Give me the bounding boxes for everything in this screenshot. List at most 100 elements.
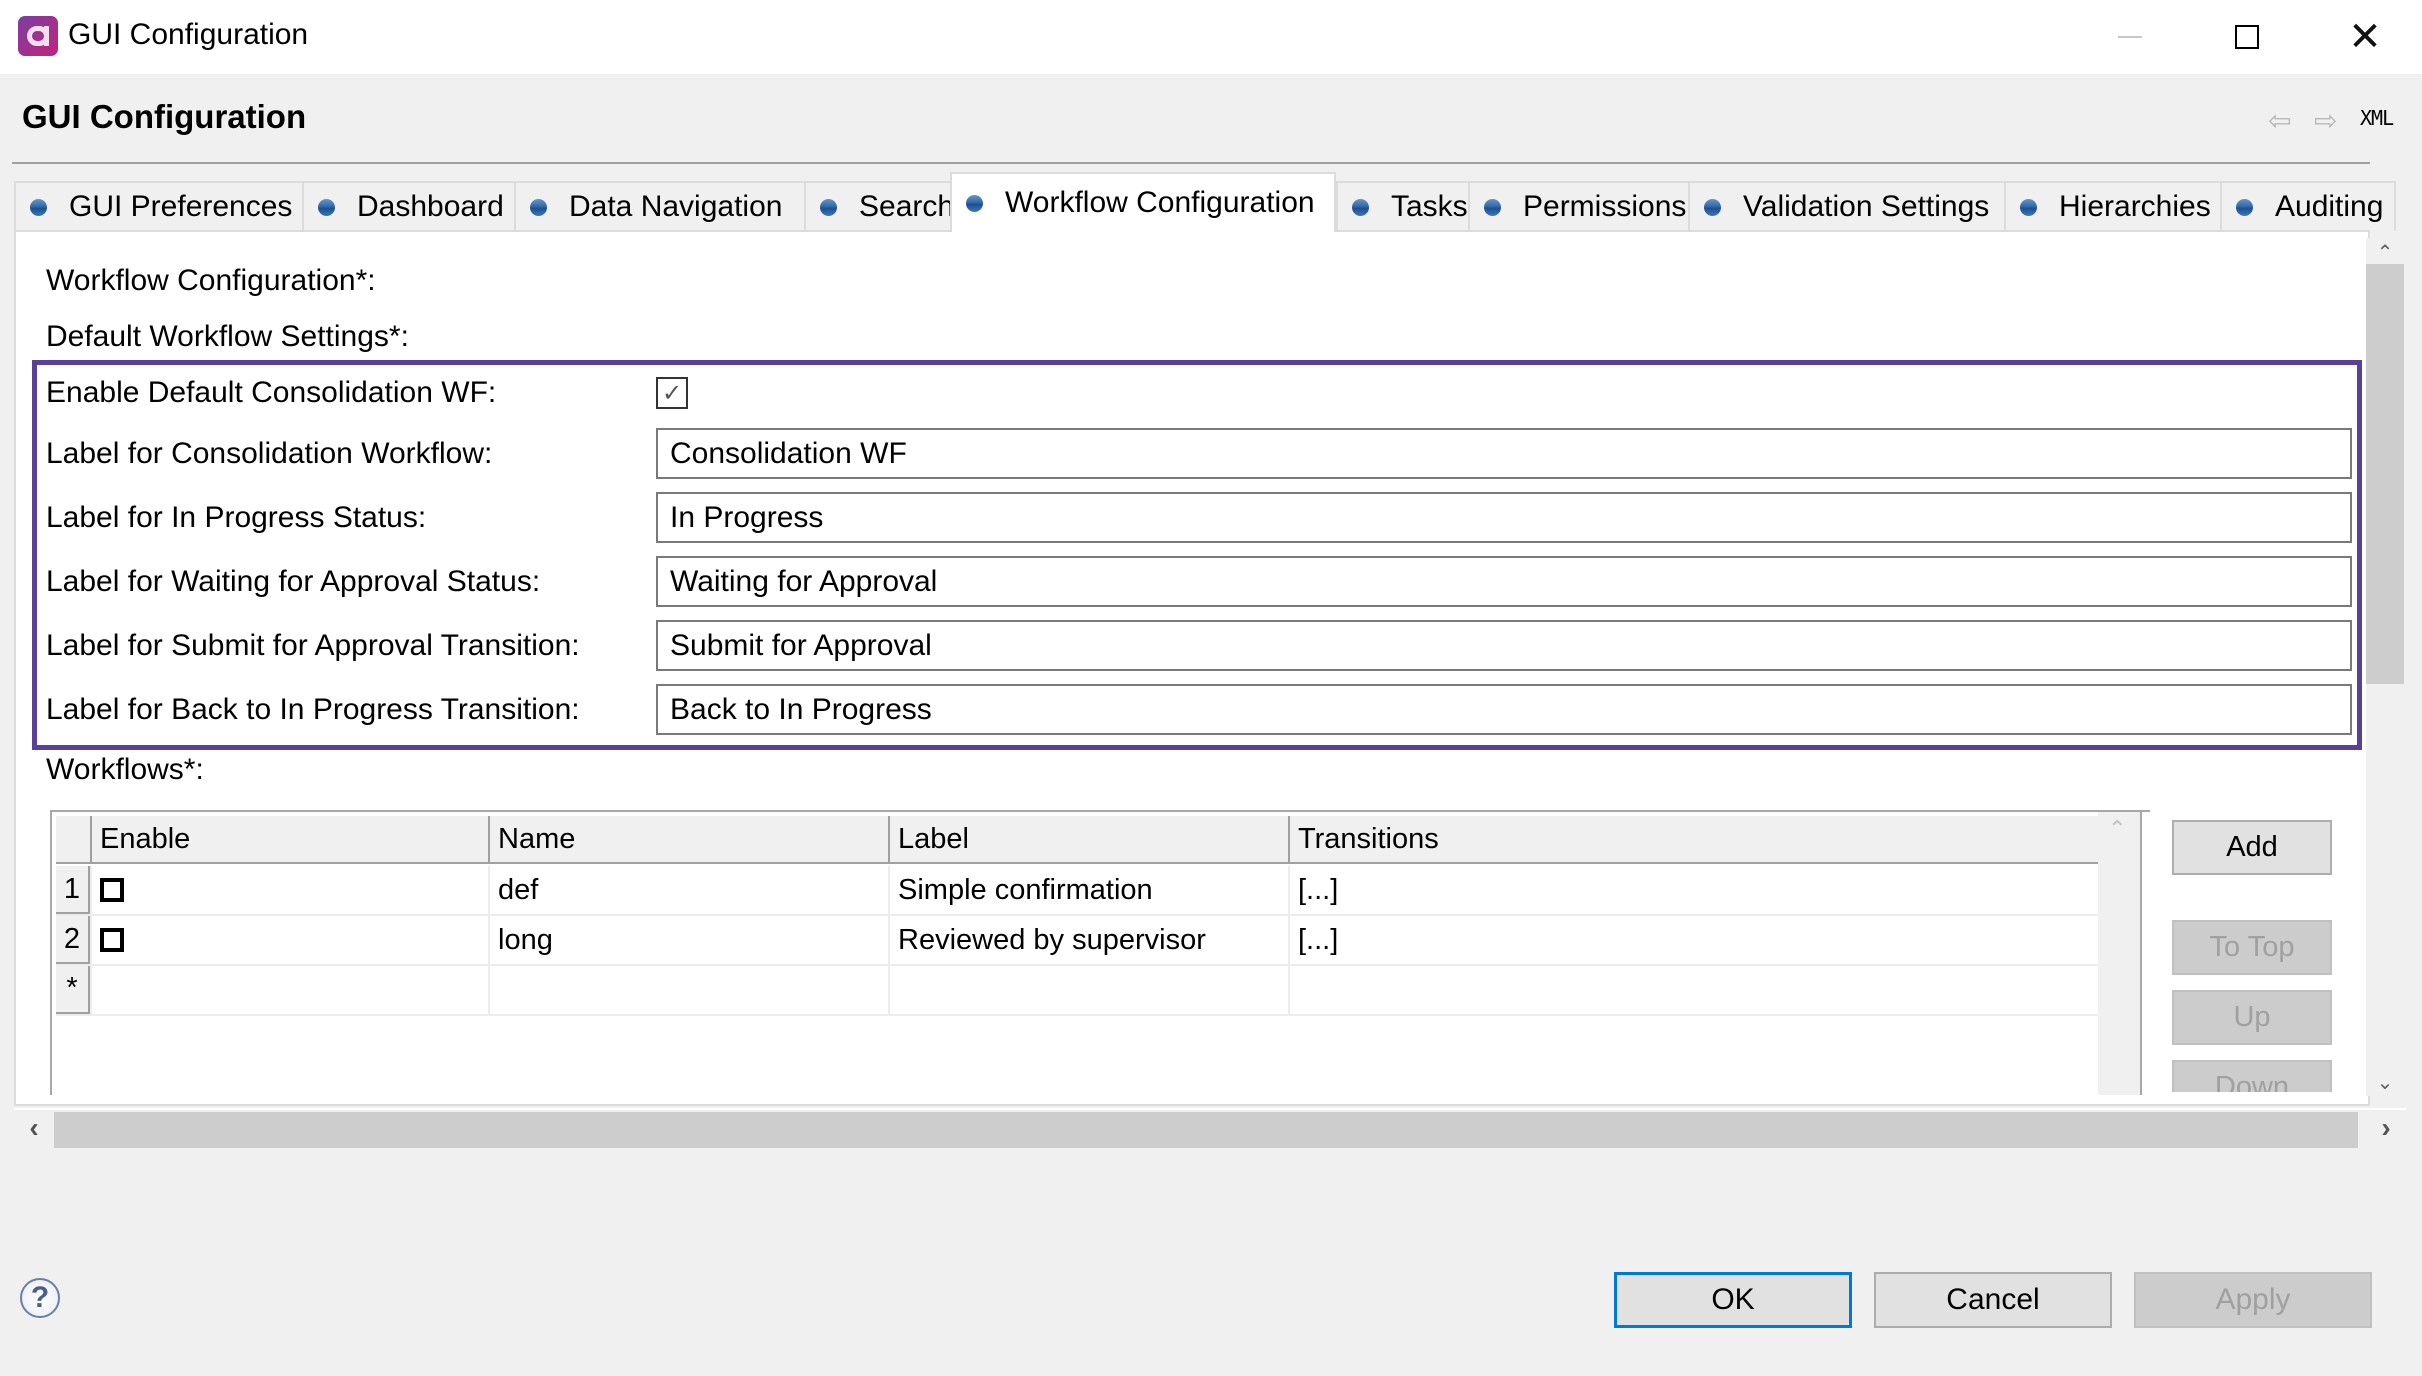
tab-bullet-icon [1484, 198, 1501, 216]
back-arrow-icon[interactable]: ⇦ [2268, 104, 2291, 137]
tab-label: Workflow Configuration [1005, 186, 1315, 219]
waiting-approval-status-label: Label for Waiting for Approval Status: [46, 565, 541, 598]
tab-label: Validation Settings [1743, 190, 1990, 223]
window-title: GUI Configuration [68, 18, 309, 51]
back-to-progress-transition-label: Label for Back to In Progress Transition… [46, 693, 580, 726]
tab-bullet-icon [30, 198, 47, 216]
in-progress-status-label: Label for In Progress Status: [46, 501, 427, 534]
tab-label: Tasks [1391, 190, 1468, 223]
name-cell[interactable]: def [488, 866, 888, 914]
tab-label: Permissions [1523, 190, 1687, 223]
transitions-cell[interactable]: [...] [1288, 916, 2100, 964]
tab-label: Dashboard [357, 190, 504, 223]
row-number: 2 [56, 916, 90, 964]
panel-vertical-scrollbar[interactable]: ⌃ ⌄ [2366, 238, 2406, 1096]
panel-horizontal-scrollbar[interactable]: ‹ › [14, 1108, 2406, 1148]
tab-bullet-icon [2020, 198, 2037, 216]
table-vertical-scrollbar[interactable]: ⌃ [2098, 812, 2142, 1095]
transitions-cell[interactable]: [...] [1288, 866, 2100, 914]
name-cell[interactable]: long [488, 916, 888, 964]
tab-auditing[interactable]: Auditing [2220, 181, 2396, 231]
scroll-right-icon[interactable]: › [2366, 1112, 2406, 1148]
tab-permissions[interactable]: Permissions [1468, 181, 1688, 231]
maximize-button[interactable] [2192, 0, 2302, 74]
scroll-left-icon[interactable]: ‹ [14, 1112, 54, 1148]
tab-label: Hierarchies [2059, 190, 2211, 223]
title-bar [0, 0, 2422, 74]
tab-hierarchies[interactable]: Hierarchies [2004, 181, 2220, 231]
up-button[interactable]: Up [2172, 990, 2332, 1045]
tab-label: Auditing [2275, 190, 2384, 223]
enable-cell[interactable] [90, 916, 488, 964]
table-action-buttons: Add To Top Up Down [2160, 810, 2350, 1092]
tab-label: Data Navigation [569, 190, 783, 223]
horizontal-scrollbar-thumb[interactable] [54, 1112, 2358, 1148]
down-button[interactable]: Down [2172, 1060, 2332, 1092]
enable-cell[interactable] [90, 866, 488, 914]
enable-cell[interactable] [90, 966, 488, 1014]
new-table-row[interactable]: * [56, 966, 2100, 1016]
apply-button[interactable]: Apply [2134, 1272, 2372, 1328]
enable-default-label: Enable Default Consolidation WF: [46, 376, 497, 409]
transitions-cell[interactable] [1288, 966, 2100, 1014]
in-progress-status-input[interactable]: In Progress [656, 492, 2352, 543]
row-number-header [56, 816, 90, 862]
table-row[interactable]: 2 long Reviewed by supervisor [...] [56, 916, 2100, 966]
tab-bullet-icon [530, 198, 547, 216]
ok-button[interactable]: OK [1614, 1272, 1852, 1328]
close-button[interactable]: ✕ [2310, 0, 2420, 74]
xml-view-button[interactable]: XML [2360, 106, 2394, 130]
table-row[interactable]: 1 def Simple confirmation [...] [56, 866, 2100, 916]
workflows-table: Enable Name Label Transitions 1 def Simp… [50, 810, 2150, 1095]
row-number: 1 [56, 866, 90, 914]
column-header-label[interactable]: Label [888, 816, 1288, 862]
row-enable-checkbox[interactable] [100, 878, 124, 902]
default-settings-title: Default Workflow Settings*: [46, 320, 409, 353]
tab-data-navigation[interactable]: Data Navigation [514, 181, 804, 231]
column-header-name[interactable]: Name [488, 816, 888, 862]
help-icon[interactable]: ? [20, 1278, 60, 1318]
waiting-approval-status-input[interactable]: Waiting for Approval [656, 556, 2352, 607]
back-to-progress-transition-input[interactable]: Back to In Progress [656, 684, 2352, 735]
to-top-button[interactable]: To Top [2172, 920, 2332, 975]
forward-arrow-icon[interactable]: ⇨ [2314, 104, 2337, 137]
app-logo-icon [18, 16, 58, 56]
consolidation-workflow-input[interactable]: Consolidation WF [656, 428, 2352, 479]
checkmark-icon: ✓ [661, 379, 683, 407]
row-enable-checkbox[interactable] [100, 928, 124, 952]
tab-validation-settings[interactable]: Validation Settings [1688, 181, 2004, 231]
tab-gui-preferences[interactable]: GUI Preferences [14, 181, 302, 231]
scroll-up-icon[interactable]: ⌃ [2366, 240, 2404, 266]
maximize-icon [2235, 25, 2259, 49]
submit-approval-transition-input[interactable]: Submit for Approval [656, 620, 2352, 671]
tab-search[interactable]: Search [804, 181, 955, 231]
label-cell[interactable]: Simple confirmation [888, 866, 1288, 914]
table-header: Enable Name Label Transitions [56, 816, 2100, 864]
enable-default-checkbox[interactable]: ✓ [656, 377, 688, 409]
close-icon: ✕ [2348, 15, 2382, 59]
tab-label: GUI Preferences [69, 190, 293, 223]
scroll-down-icon[interactable]: ⌄ [2366, 1070, 2404, 1096]
label-cell[interactable] [888, 966, 1288, 1014]
label-cell[interactable]: Reviewed by supervisor [888, 916, 1288, 964]
submit-approval-transition-label: Label for Submit for Approval Transition… [46, 629, 580, 662]
new-row-marker: * [56, 966, 90, 1014]
header-divider [12, 162, 2370, 164]
tab-bullet-icon [318, 198, 335, 216]
consolidation-workflow-label: Label for Consolidation Workflow: [46, 437, 493, 470]
tab-label: Search [859, 190, 955, 223]
cancel-button[interactable]: Cancel [1874, 1272, 2112, 1328]
column-header-transitions[interactable]: Transitions [1288, 816, 2100, 862]
tab-dashboard[interactable]: Dashboard [302, 181, 514, 231]
tab-tasks[interactable]: Tasks [1336, 181, 1468, 231]
workflows-title: Workflows*: [46, 753, 204, 786]
page-title: GUI Configuration [22, 98, 307, 135]
minimize-button[interactable] [2075, 0, 2185, 74]
scrollbar-thumb[interactable] [2366, 264, 2404, 684]
column-header-enable[interactable]: Enable [90, 816, 488, 862]
add-button[interactable]: Add [2172, 820, 2332, 875]
name-cell[interactable] [488, 966, 888, 1014]
tab-workflow-configuration[interactable]: Workflow Configuration [950, 172, 1336, 232]
table-scroll-up-icon[interactable]: ⌃ [2108, 816, 2126, 842]
tab-bullet-icon [1704, 198, 1721, 216]
